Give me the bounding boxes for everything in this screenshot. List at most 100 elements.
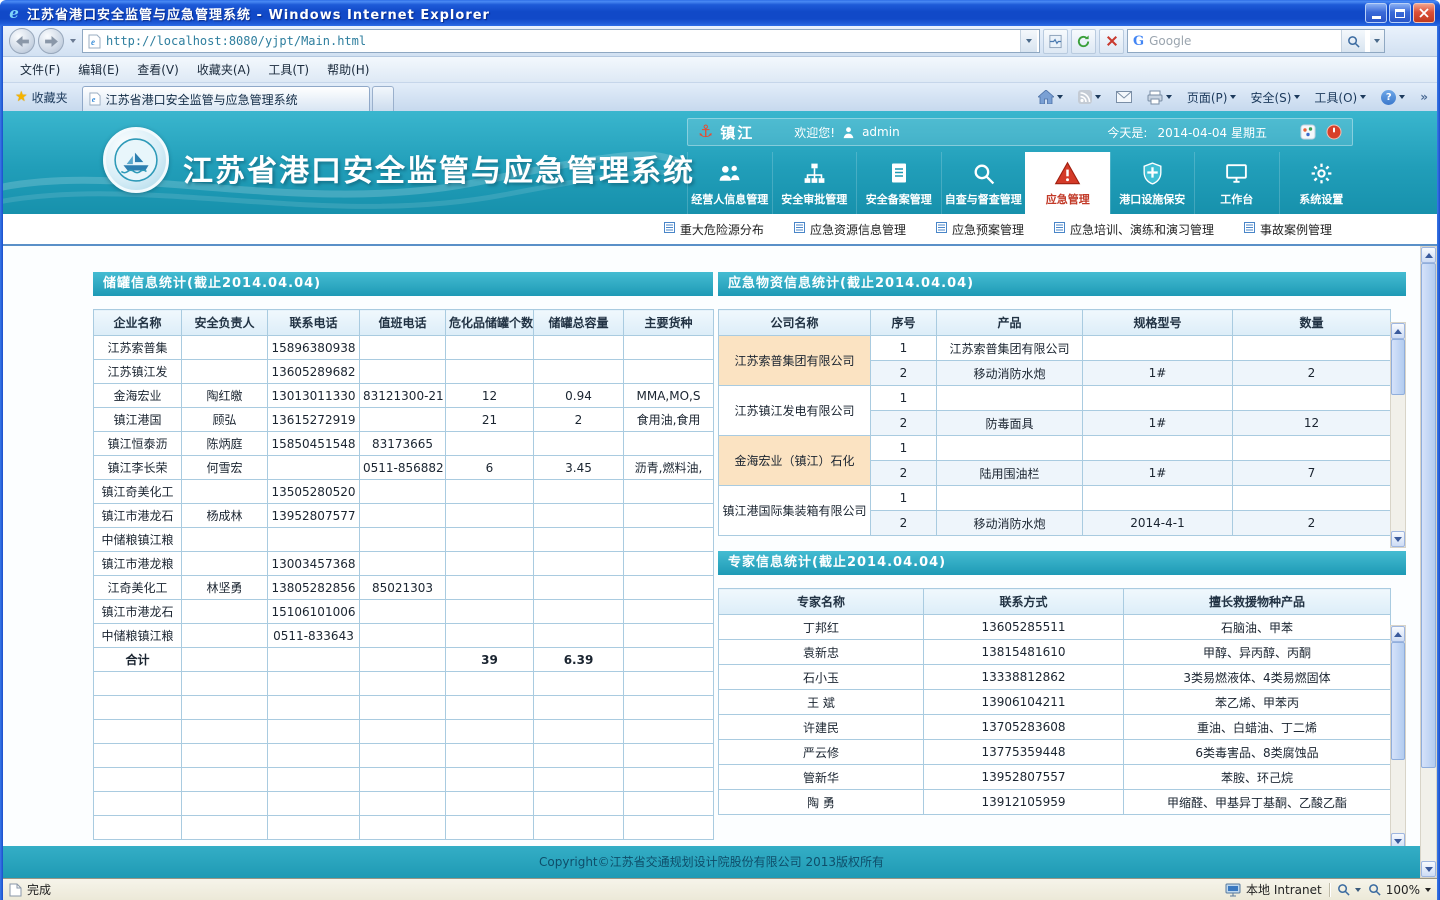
cell: 13775359448: [924, 740, 1124, 765]
menu-item-2[interactable]: 编辑(E): [69, 57, 128, 82]
refresh-button[interactable]: [1071, 29, 1096, 54]
chevron-down-icon: [1425, 888, 1431, 892]
search-box[interactable]: G Google: [1127, 29, 1385, 53]
subnav-item-2[interactable]: 应急资源信息管理: [794, 221, 906, 238]
logout-icon[interactable]: [1326, 124, 1342, 140]
cell: [268, 456, 360, 480]
cell: 防毒面具: [937, 411, 1083, 436]
favorites-button[interactable]: ★ 收藏夹: [7, 85, 76, 109]
cell: [624, 432, 714, 456]
zoom-mode-button[interactable]: [1337, 883, 1361, 896]
cell: 何雪宏: [182, 456, 268, 480]
toolbar-overflow-button[interactable]: »: [1413, 85, 1433, 109]
back-button[interactable]: [9, 28, 35, 54]
theme-icon[interactable]: [1300, 124, 1316, 140]
nav-item-label: 安全备案管理: [866, 191, 932, 207]
column-header: 数量: [1233, 310, 1391, 336]
subnav-item-5[interactable]: 事故案例管理: [1244, 221, 1332, 238]
cell: [360, 336, 446, 360]
menu-item-4[interactable]: 收藏夹(A): [188, 57, 260, 82]
cell: [360, 696, 446, 720]
experts-table-body: 丁邦红13605285511石脑油、甲苯袁新忠13815481610甲醇、异丙醇…: [719, 615, 1391, 815]
address-field[interactable]: e http://localhost:8080/yjpt/Main.html: [82, 29, 1040, 53]
cell: 1: [871, 386, 937, 411]
materials-scrollbar[interactable]: [1390, 322, 1406, 548]
subnav-item-1[interactable]: 重大危险源分布: [664, 221, 764, 238]
scroll-thumb[interactable]: [1421, 263, 1436, 768]
search-dropdown-button[interactable]: [1370, 30, 1384, 52]
cell: [534, 480, 624, 504]
cell: [937, 386, 1083, 411]
chevron-down-icon: [1355, 888, 1361, 892]
minimize-icon: [1372, 16, 1381, 19]
cell: 1#: [1083, 411, 1233, 436]
tank-row: 中储粮镇江粮: [94, 528, 714, 552]
new-tab-button[interactable]: [372, 86, 394, 111]
restore-button[interactable]: [1389, 3, 1411, 23]
scroll-track[interactable]: [1391, 642, 1405, 833]
nav-item-7[interactable]: 工作台: [1194, 152, 1279, 214]
nav-item-5[interactable]: 应急管理: [1025, 152, 1110, 214]
nav-item-4[interactable]: 自查与督查管理: [941, 152, 1026, 214]
command-button-1[interactable]: 页面(P): [1180, 85, 1244, 109]
refresh-icon: [1076, 34, 1091, 49]
feed-button[interactable]: [1071, 85, 1108, 109]
home-button[interactable]: [1031, 85, 1070, 109]
tab-active[interactable]: e 江苏省港口安全监管与应急管理系统: [82, 86, 370, 111]
mail-button[interactable]: [1109, 85, 1139, 109]
nav-item-2[interactable]: 安全审批管理: [772, 152, 857, 214]
column-header: 产品: [937, 310, 1083, 336]
arrow-down-icon: [1394, 537, 1402, 542]
compatibility-view-button[interactable]: [1043, 29, 1068, 54]
arrow-up-icon: [1394, 329, 1402, 334]
stop-button[interactable]: [1099, 29, 1124, 54]
column-header: 序号: [871, 310, 937, 336]
help-button[interactable]: ?: [1374, 85, 1412, 109]
empty-row: [94, 816, 714, 840]
subnav-item-4[interactable]: 应急培训、演练和演习管理: [1054, 221, 1214, 238]
experts-scrollbar[interactable]: [1390, 625, 1406, 850]
menu-item-1[interactable]: 文件(F): [11, 57, 69, 82]
zoom-control[interactable]: 100%: [1368, 883, 1431, 897]
scroll-up-button[interactable]: [1391, 323, 1405, 339]
forward-button[interactable]: [38, 28, 64, 54]
menu-item-5[interactable]: 工具(T): [259, 57, 318, 82]
scroll-up-button[interactable]: [1421, 247, 1436, 263]
nav-item-8[interactable]: 系统设置: [1279, 152, 1364, 214]
address-input[interactable]: http://localhost:8080/yjpt/Main.html: [106, 34, 1015, 48]
history-dropdown-button[interactable]: [67, 30, 79, 52]
scroll-down-button[interactable]: [1391, 531, 1405, 547]
scroll-thumb[interactable]: [1391, 339, 1405, 395]
command-button-3[interactable]: 工具(O): [1307, 85, 1373, 109]
security-zone: 本地 Intranet: [1225, 881, 1322, 898]
cell: 镇江李长荣: [94, 456, 182, 480]
tanks-panel: 储罐信息统计(截止2014.04.04) 企业名称安全负责人联系电话值班电话危化…: [93, 272, 713, 840]
print-button[interactable]: [1140, 85, 1179, 109]
cell: [446, 624, 534, 648]
command-button-2[interactable]: 安全(S): [1243, 85, 1307, 109]
nav-item-1[interactable]: 经营人信息管理: [687, 152, 772, 214]
search-button[interactable]: [1341, 30, 1365, 52]
page-scrollbar[interactable]: [1420, 246, 1437, 878]
nav-item-6[interactable]: 港口设施保安: [1110, 152, 1195, 214]
menu-item-6[interactable]: 帮助(H): [318, 57, 378, 82]
search-input[interactable]: Google: [1149, 34, 1336, 48]
cell: [182, 768, 268, 792]
scroll-down-button[interactable]: [1421, 861, 1436, 877]
subnav-item-3[interactable]: 应急预案管理: [936, 221, 1024, 238]
tank-row: 江奇美化工林坚勇1380528285685021303: [94, 576, 714, 600]
scroll-up-button[interactable]: [1391, 626, 1405, 642]
scroll-track[interactable]: [1421, 263, 1436, 861]
close-icon: [1419, 8, 1429, 18]
subnav-item-label: 应急培训、演练和演习管理: [1070, 221, 1214, 238]
cell: 2: [1233, 511, 1391, 536]
menu-item-3[interactable]: 查看(V): [128, 57, 188, 82]
cell: 石脑油、甲苯: [1124, 615, 1391, 640]
nav-item-3[interactable]: 安全备案管理: [856, 152, 941, 214]
scroll-track[interactable]: [1391, 339, 1405, 531]
close-button[interactable]: [1413, 3, 1435, 23]
minimize-button[interactable]: [1365, 3, 1387, 23]
address-dropdown-button[interactable]: [1020, 30, 1037, 52]
scroll-thumb[interactable]: [1391, 642, 1405, 760]
window-titlebar: e 江苏省港口安全监管与应急管理系统 - Windows Internet Ex…: [0, 0, 1440, 26]
